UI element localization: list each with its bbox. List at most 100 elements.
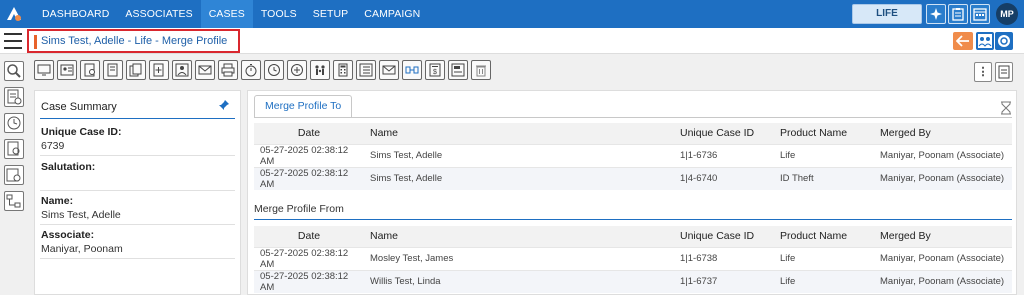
- column-header-merged-by[interactable]: Merged By: [874, 226, 1012, 247]
- title-bar: Sims Test, Adelle - Life - Merge Profile: [0, 28, 1024, 54]
- cell-name: Willis Test, Linda: [364, 269, 674, 293]
- hourglass-icon[interactable]: [1000, 101, 1012, 115]
- field-divider: [40, 224, 235, 225]
- copy-document-icon[interactable]: [126, 60, 146, 80]
- family-icon[interactable]: [310, 60, 330, 80]
- field-label: Associate:: [41, 229, 95, 241]
- checklist-icon[interactable]: [356, 60, 376, 80]
- nav-item-setup[interactable]: SETUP: [305, 0, 357, 28]
- email-icon[interactable]: [195, 60, 215, 80]
- mail-send-icon[interactable]: [379, 60, 399, 80]
- reports-icon[interactable]: [448, 60, 468, 80]
- nav-item-associates[interactable]: ASSOCIATES: [117, 0, 200, 28]
- user-avatar[interactable]: MP: [996, 3, 1018, 25]
- column-header-date[interactable]: Date: [254, 123, 364, 144]
- merge-profile-panel: Merge Profile To Date Name Unique Case I…: [247, 90, 1017, 295]
- cell-date: 05-27-2025 02:38:12 AM: [254, 166, 364, 190]
- cell-product-name: Life: [774, 246, 874, 270]
- merge-profile-icon[interactable]: [976, 32, 994, 50]
- calendar-icon[interactable]: [970, 4, 990, 24]
- column-header-name[interactable]: Name: [364, 123, 674, 144]
- add-document-icon[interactable]: [4, 87, 24, 107]
- case-toolbar: $: [34, 60, 494, 82]
- column-header-product-name[interactable]: Product Name: [774, 123, 874, 144]
- field-label: Name:: [41, 195, 74, 207]
- hierarchy-icon[interactable]: [4, 191, 24, 211]
- nav-item-campaign[interactable]: CAMPAIGN: [356, 0, 428, 28]
- table-row[interactable]: 05-27-2025 02:38:12 AM Sims Test, Adelle…: [254, 143, 1012, 167]
- tab-divider: [254, 117, 1012, 118]
- more-options-icon[interactable]: ⋮: [974, 62, 992, 82]
- sparkle-icon[interactable]: [926, 4, 946, 24]
- calculator-icon[interactable]: [333, 60, 353, 80]
- cell-name: Sims Test, Adelle: [364, 166, 674, 190]
- cell-unique-case-id: 1|1-6738: [674, 246, 774, 270]
- column-header-date[interactable]: Date: [254, 226, 364, 247]
- section-divider: [254, 219, 1012, 220]
- clipboard-icon[interactable]: [948, 4, 968, 24]
- invoice-icon[interactable]: $: [425, 60, 445, 80]
- globe-settings-icon[interactable]: [995, 32, 1013, 50]
- cell-date: 05-27-2025 02:38:12 AM: [254, 246, 364, 270]
- monitor-icon[interactable]: [34, 60, 54, 80]
- cell-merged-by: Maniyar, Poonam (Associate): [874, 246, 1012, 270]
- stopwatch-icon[interactable]: [241, 60, 261, 80]
- photo-id-icon[interactable]: [172, 60, 192, 80]
- cell-merged-by: Maniyar, Poonam (Associate): [874, 166, 1012, 190]
- pin-icon[interactable]: [218, 99, 230, 114]
- field-value: Maniyar, Poonam: [41, 243, 123, 255]
- cell-unique-case-id: 1|1-6737: [674, 269, 774, 293]
- document-search-icon[interactable]: [80, 60, 100, 80]
- field-value: Sims Test, Adelle: [41, 209, 121, 221]
- column-header-unique-case-id[interactable]: Unique Case ID: [674, 226, 774, 247]
- clock-icon[interactable]: [264, 60, 284, 80]
- field-label: Salutation:: [41, 161, 96, 173]
- nav-item-tools[interactable]: TOOLS: [253, 0, 305, 28]
- nav-item-dashboard[interactable]: DASHBOARD: [34, 0, 117, 28]
- app-logo-icon[interactable]: [0, 0, 28, 28]
- merge-from-table: Date Name Unique Case ID Product Name Me…: [254, 226, 1012, 293]
- back-button[interactable]: [953, 32, 973, 50]
- notes-icon[interactable]: [995, 62, 1013, 82]
- search-icon[interactable]: [4, 61, 24, 81]
- cell-date: 05-27-2025 02:38:12 AM: [254, 143, 364, 167]
- column-header-product-name[interactable]: Product Name: [774, 226, 874, 247]
- document-edit-icon[interactable]: [103, 60, 123, 80]
- field-divider: [40, 258, 235, 259]
- add-document-icon[interactable]: [149, 60, 169, 80]
- history-icon[interactable]: [4, 113, 24, 133]
- add-time-icon[interactable]: [287, 60, 307, 80]
- cell-unique-case-id: 1|4-6740: [674, 166, 774, 190]
- field-label: Unique Case ID:: [41, 126, 122, 138]
- trash-icon[interactable]: [471, 60, 491, 80]
- field-salutation: Salutation:: [41, 161, 236, 175]
- tab-merge-profile-to[interactable]: Merge Profile To: [254, 95, 353, 118]
- top-navigation-bar: DASHBOARD ASSOCIATES CASES TOOLS SETUP C…: [0, 0, 1024, 28]
- table-row[interactable]: 05-27-2025 02:38:12 AM Mosley Test, Jame…: [254, 246, 1012, 270]
- table-header-row: Date Name Unique Case ID Product Name Me…: [254, 226, 1012, 247]
- transfer-icon[interactable]: [402, 60, 422, 80]
- column-header-name[interactable]: Name: [364, 226, 674, 247]
- field-name: Name: Sims Test, Adelle: [41, 195, 236, 221]
- printer-icon[interactable]: [218, 60, 238, 80]
- hamburger-menu-icon[interactable]: [4, 33, 22, 49]
- case-summary-title: Case Summary: [41, 101, 117, 113]
- table-row[interactable]: 05-27-2025 02:38:12 AM Willis Test, Lind…: [254, 269, 1012, 293]
- summary-divider: [40, 118, 235, 119]
- case-summary-panel: Case Summary Unique Case ID: 6739 Saluta…: [34, 90, 241, 295]
- table-header-row: Date Name Unique Case ID Product Name Me…: [254, 123, 1012, 144]
- report-search-icon[interactable]: [4, 165, 24, 185]
- nav-item-cases[interactable]: CASES: [200, 0, 253, 28]
- document-search-icon[interactable]: [4, 139, 24, 159]
- cell-product-name: ID Theft: [774, 166, 874, 190]
- svg-text:$: $: [433, 69, 437, 76]
- cell-name: Mosley Test, James: [364, 246, 674, 270]
- product-selector-button[interactable]: LIFE: [852, 4, 922, 24]
- table-row[interactable]: 05-27-2025 02:38:12 AM Sims Test, Adelle…: [254, 166, 1012, 190]
- column-header-merged-by[interactable]: Merged By: [874, 123, 1012, 144]
- field-divider: [40, 190, 235, 191]
- cell-product-name: Life: [774, 269, 874, 293]
- column-header-unique-case-id[interactable]: Unique Case ID: [674, 123, 774, 144]
- profile-card-icon[interactable]: [57, 60, 77, 80]
- field-associate: Associate: Maniyar, Poonam: [41, 229, 236, 255]
